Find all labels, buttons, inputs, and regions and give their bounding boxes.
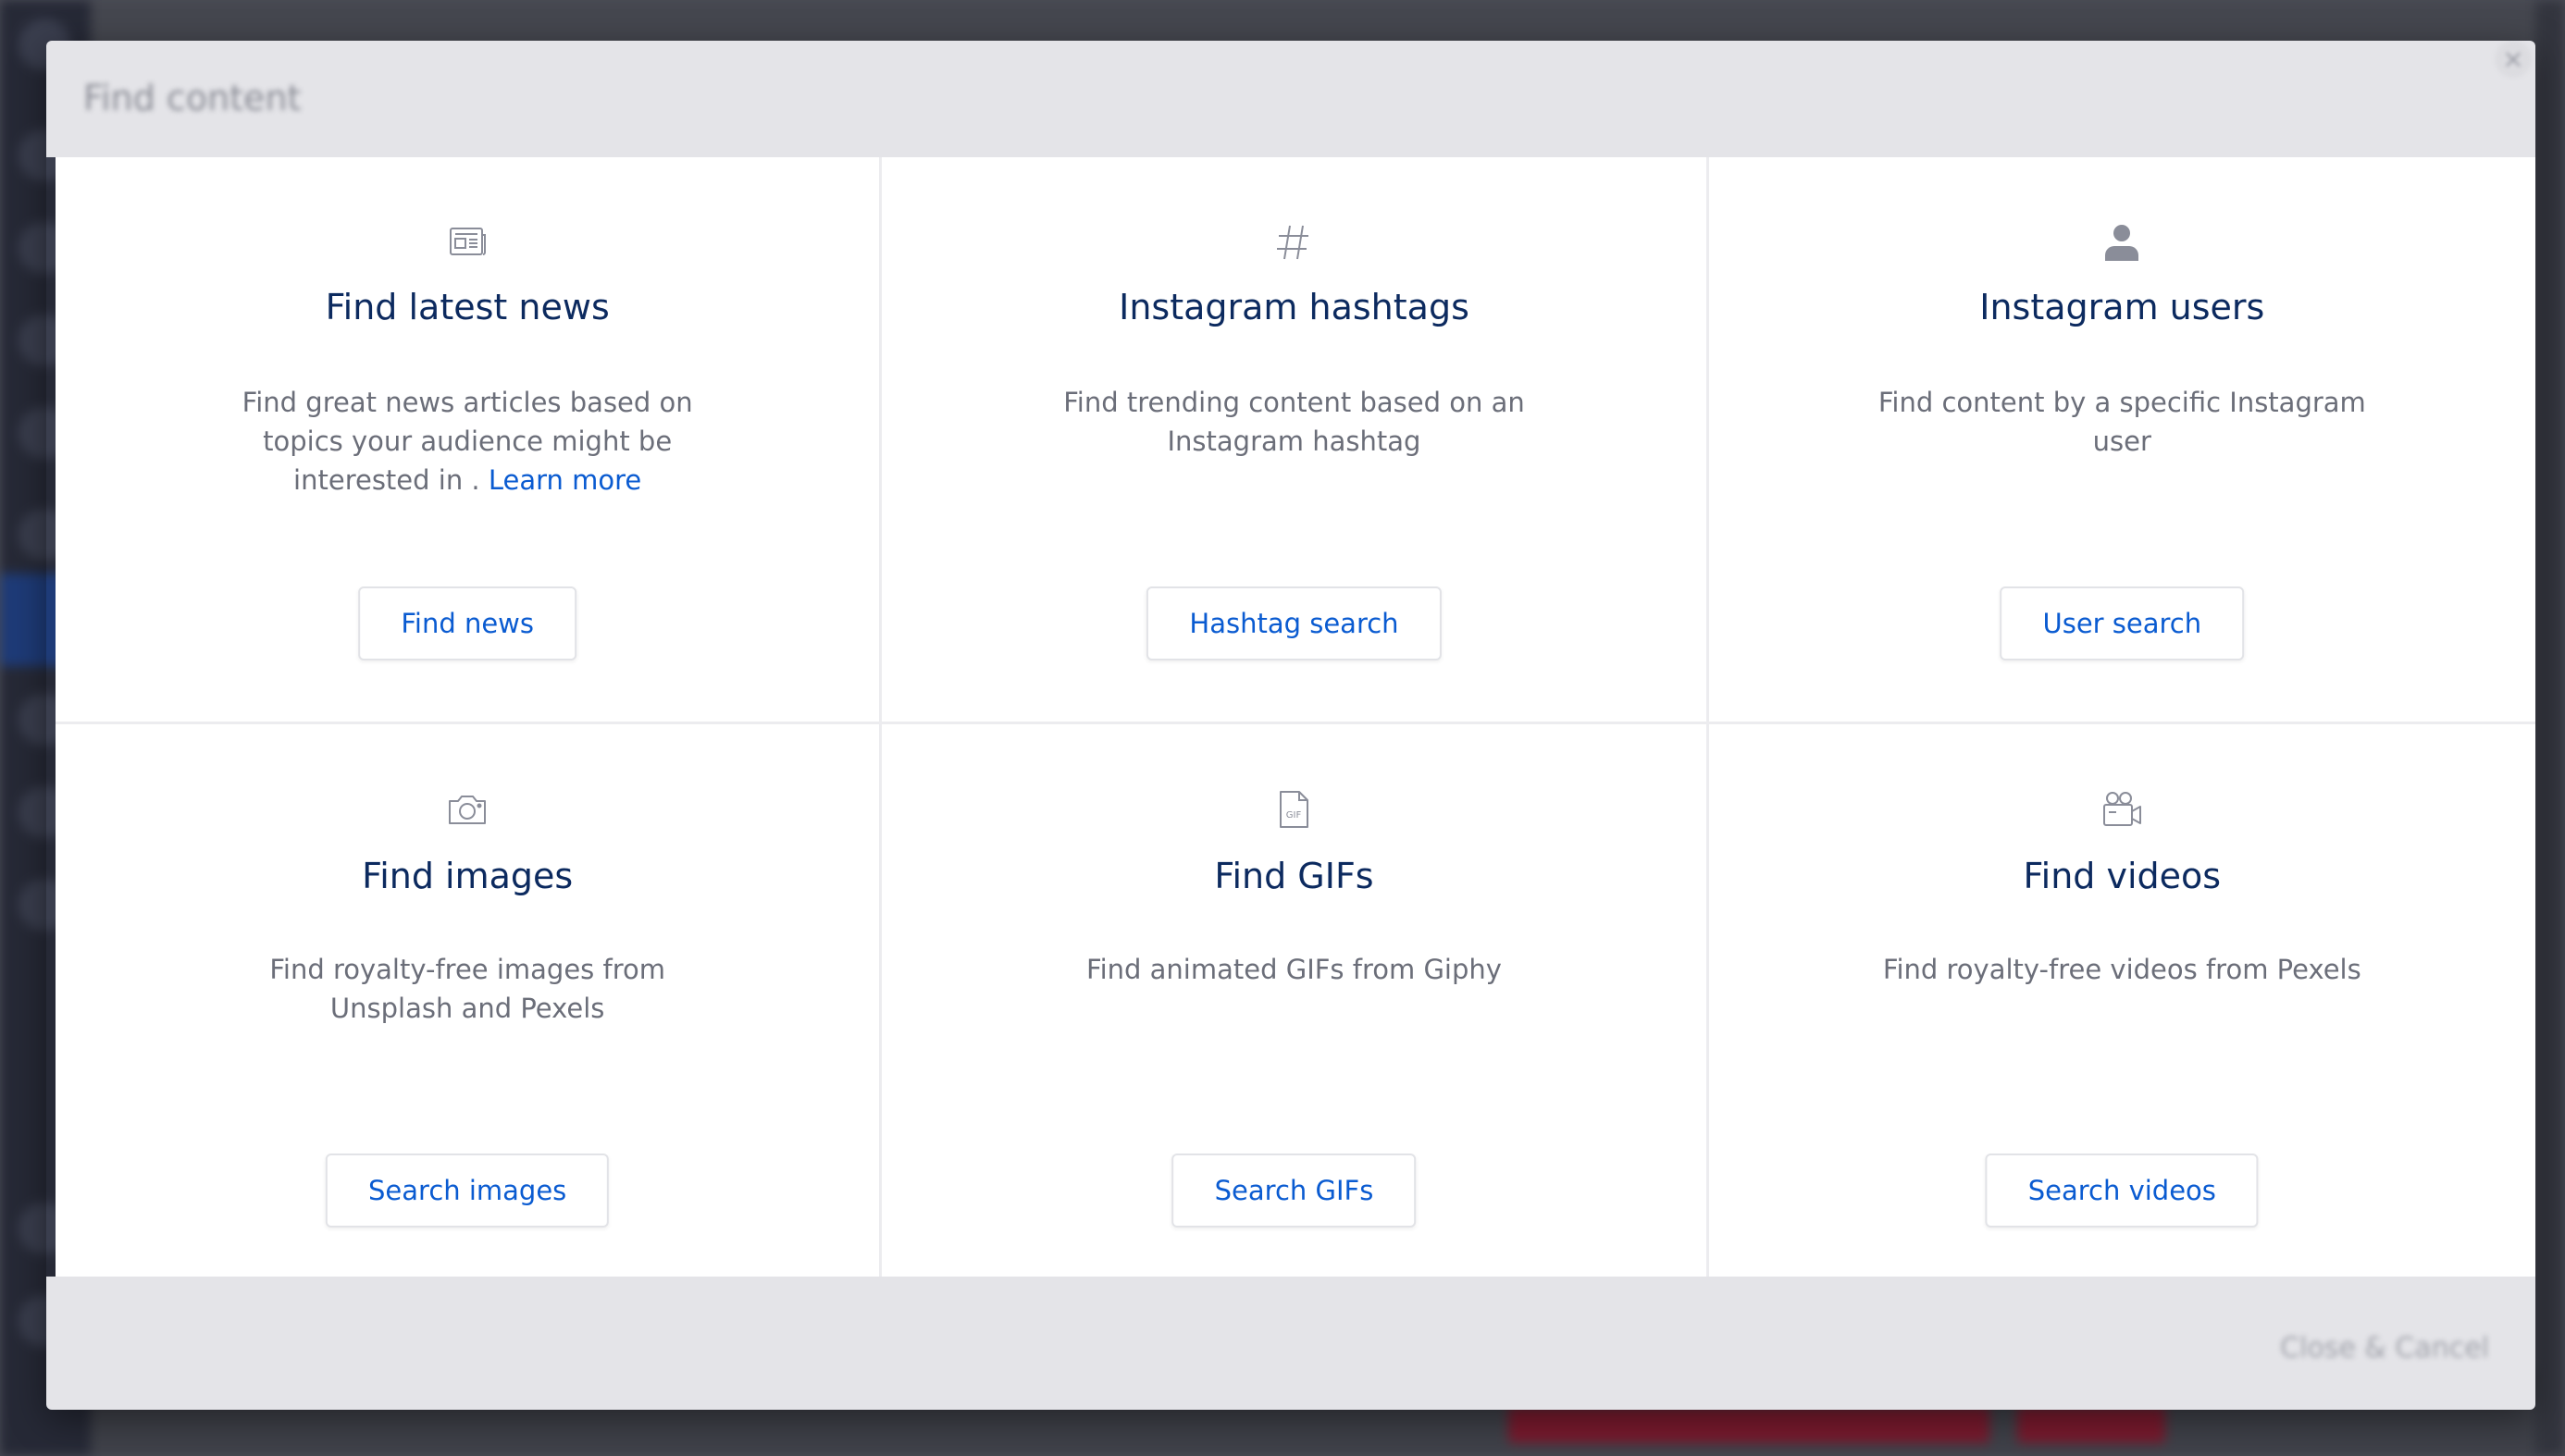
card-title: Find latest news bbox=[325, 287, 610, 327]
camera-icon bbox=[445, 787, 489, 832]
card-title: Instagram users bbox=[1979, 287, 2265, 327]
hashtag-icon bbox=[1271, 220, 1316, 265]
card-description: Find content by a specific Instagram use… bbox=[1877, 387, 2366, 457]
learn-more-link[interactable]: Learn more bbox=[489, 464, 641, 496]
background-button bbox=[1508, 1406, 1989, 1443]
card-find-images: Find images Find royalty-free images fro… bbox=[56, 724, 883, 1277]
modal-footer: Close & Cancel bbox=[46, 1277, 2535, 1410]
card-description: Find royalty-free videos from Pexels bbox=[1882, 954, 2361, 985]
modal-title: Find content bbox=[83, 78, 302, 118]
search-images-button[interactable]: Search images bbox=[326, 1154, 610, 1228]
svg-text:GIF: GIF bbox=[1286, 810, 1302, 821]
search-videos-button[interactable]: Search videos bbox=[1985, 1154, 2259, 1228]
card-title: Instagram hashtags bbox=[1119, 287, 1469, 327]
card-title: Find images bbox=[362, 856, 574, 896]
right-edge bbox=[2535, 0, 2565, 1456]
hashtag-search-button[interactable]: Hashtag search bbox=[1146, 586, 1442, 660]
card-instagram-hashtags: Instagram hashtags Find trending content… bbox=[882, 157, 1709, 724]
user-icon bbox=[2100, 220, 2144, 265]
video-camera-icon bbox=[2100, 787, 2144, 832]
card-title: Find GIFs bbox=[1214, 856, 1374, 896]
user-search-button[interactable]: User search bbox=[2000, 586, 2245, 660]
close-icon[interactable]: × bbox=[2495, 41, 2532, 78]
card-title: Find videos bbox=[2023, 856, 2222, 896]
close-cancel-button[interactable]: Close & Cancel bbox=[2280, 1332, 2489, 1364]
card-description: Find royalty-free images from Unsplash a… bbox=[269, 954, 665, 1024]
card-description: Find trending content based on an Instag… bbox=[1063, 387, 1525, 457]
search-gifs-button[interactable]: Search GIFs bbox=[1171, 1154, 1417, 1228]
find-content-modal: Find content × Find latest news Find gre… bbox=[46, 41, 2535, 1410]
card-description: Find animated GIFs from Giphy bbox=[1086, 954, 1502, 985]
card-description: Find great news articles based on topics… bbox=[208, 383, 726, 500]
card-instagram-users: Instagram users Find content by a specif… bbox=[1708, 157, 2535, 724]
background-button bbox=[2017, 1406, 2165, 1443]
card-find-gifs: GIF Find GIFs Find animated GIFs from Gi… bbox=[882, 724, 1709, 1277]
find-news-button[interactable]: Find news bbox=[358, 586, 576, 660]
modal-header: Find content × bbox=[46, 41, 2535, 157]
newspaper-icon bbox=[445, 220, 489, 265]
content-options-grid: Find latest news Find great news article… bbox=[56, 157, 2535, 1277]
gif-file-icon: GIF bbox=[1271, 787, 1316, 832]
card-find-news: Find latest news Find great news article… bbox=[56, 157, 883, 724]
card-find-videos: Find videos Find royalty-free videos fro… bbox=[1709, 724, 2535, 1277]
